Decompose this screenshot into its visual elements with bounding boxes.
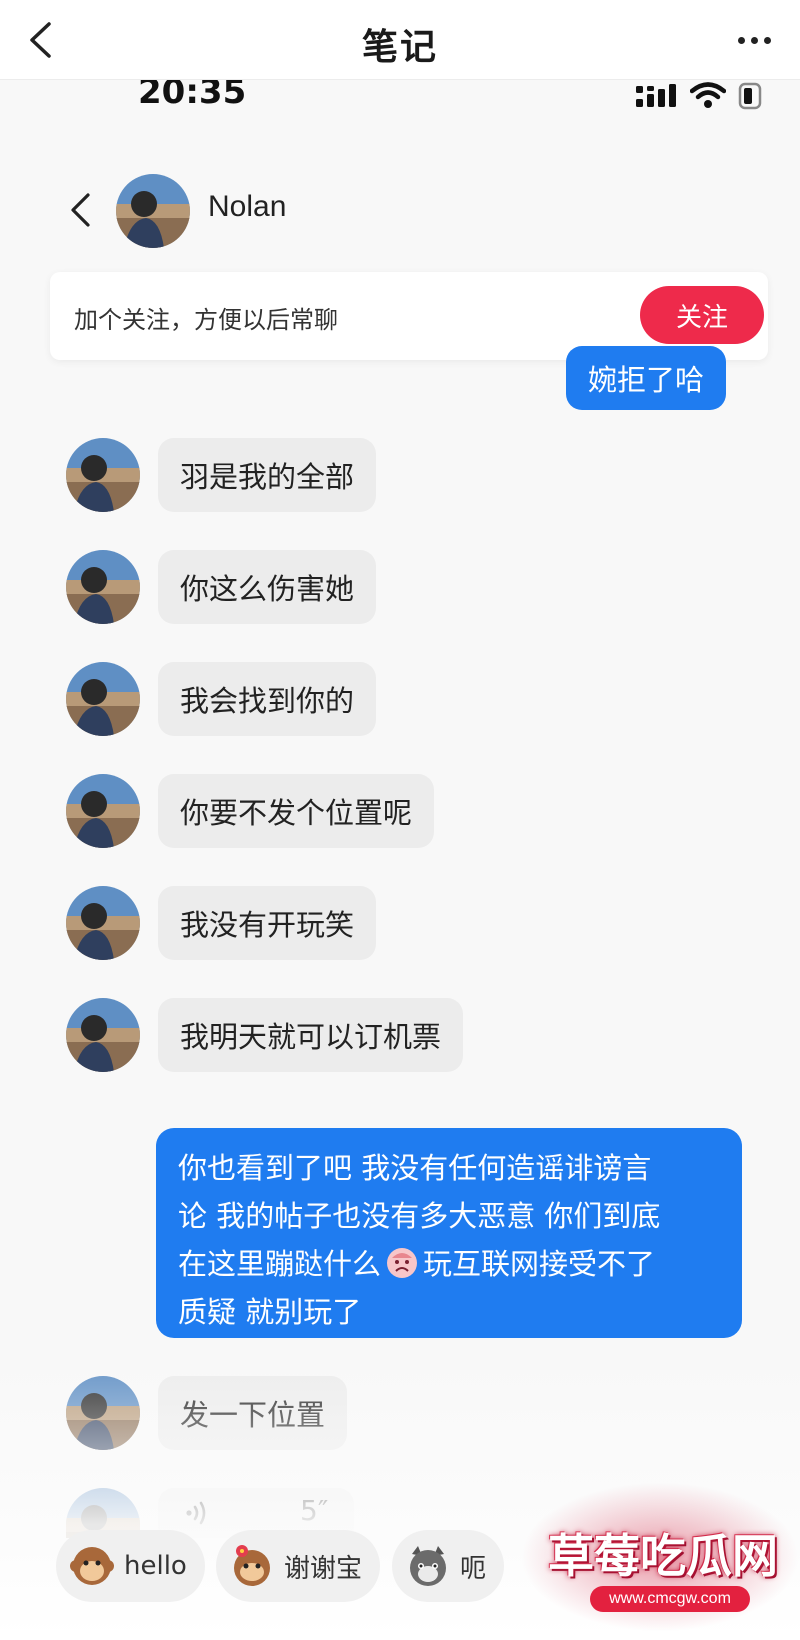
message-line: 你也看到了吧 我没有任何造谣诽谤言: [178, 1151, 652, 1185]
quick-reply-chip[interactable]: hello: [56, 1530, 205, 1602]
message-text: 玩互联网接受不了: [423, 1247, 656, 1281]
follow-button[interactable]: 关注: [640, 286, 764, 344]
message-text: 在这里蹦跶什么: [178, 1247, 382, 1281]
site-watermark: 草莓吃瓜网 www.cmcgw.com: [520, 1482, 800, 1632]
chevron-left-icon: [71, 193, 90, 227]
message-line: 在这里蹦跶什么 玩互联网接受不了: [178, 1240, 720, 1288]
monkey-emoji-icon: [70, 1547, 114, 1585]
incoming-message[interactable]: 我会找到你的: [158, 662, 377, 736]
quick-reply-label: 谢谢宝: [284, 1553, 363, 1584]
contact-avatar[interactable]: [66, 774, 140, 848]
chat-back-button[interactable]: [62, 188, 98, 232]
contact-name: Nolan: [208, 190, 287, 223]
quick-reply-label: 呃: [460, 1553, 487, 1584]
incoming-message[interactable]: 你要不发个位置呢: [158, 774, 435, 848]
contact-avatar[interactable]: [66, 886, 140, 960]
quick-reply-chip[interactable]: 呃: [392, 1530, 505, 1602]
watermark-url: www.cmcgw.com: [590, 1586, 750, 1612]
status-bar: 20:35: [0, 80, 800, 130]
incoming-message[interactable]: 发一下位置: [158, 1376, 348, 1450]
incoming-message[interactable]: 羽是我的全部: [158, 438, 377, 512]
voice-duration: 5″: [300, 1494, 329, 1527]
contact-avatar[interactable]: [66, 998, 140, 1072]
app-header: 笔记: [0, 0, 800, 80]
incoming-message[interactable]: 我明天就可以订机票: [158, 998, 464, 1072]
chat-header: Nolan: [0, 170, 800, 250]
more-dot-icon: [750, 36, 758, 44]
monkey-flower-emoji-icon: [234, 1545, 270, 1586]
chat-screenshot: 20:35 Nolan 加个关注，方便以后常聊 关注 婉拒了哈 羽是我的全部 你…: [0, 80, 800, 1640]
page-title: 笔记: [361, 27, 438, 68]
status-icons: [634, 82, 766, 110]
contact-avatar[interactable]: [66, 550, 140, 624]
follow-prompt-text: 加个关注，方便以后常聊: [74, 306, 338, 334]
more-options-button[interactable]: [730, 18, 778, 62]
quick-reply-chip[interactable]: 谢谢宝: [216, 1530, 381, 1602]
watermark-text: 草莓吃瓜网: [548, 1529, 778, 1583]
contact-avatar[interactable]: [66, 1376, 140, 1450]
outgoing-message[interactable]: 婉拒了哈: [566, 346, 727, 410]
more-dot-icon: [737, 36, 745, 44]
quick-reply-label: hello: [124, 1551, 187, 1581]
message-line: 论 我的帖子也没有多大恶意 你们到底: [178, 1199, 661, 1233]
cellular-signal-icon: [636, 84, 676, 107]
wifi-icon: [690, 82, 726, 108]
message-line: 质疑 就别玩了: [178, 1295, 362, 1329]
voice-wave-icon: [186, 1501, 206, 1525]
incoming-message[interactable]: 你这么伤害她: [158, 550, 377, 624]
contact-avatar[interactable]: [116, 174, 190, 248]
battery-icon: [738, 82, 762, 110]
status-time: 20:35: [138, 80, 247, 112]
contact-avatar[interactable]: [66, 438, 140, 512]
angry-face-emoji-icon: [385, 1246, 419, 1280]
outgoing-message[interactable]: 你也看到了吧 我没有任何造谣诽谤言 论 我的帖子也没有多大恶意 你们到底 在这里…: [156, 1128, 742, 1338]
contact-avatar[interactable]: [66, 662, 140, 736]
cat-emoji-icon: [410, 1546, 446, 1586]
more-dot-icon: [763, 36, 771, 44]
incoming-message[interactable]: 我没有开玩笑: [158, 886, 377, 960]
